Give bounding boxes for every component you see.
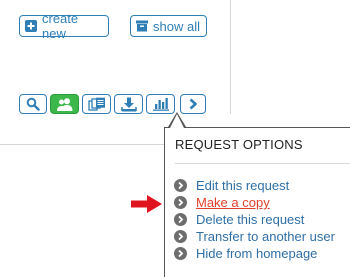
documents-icon [87, 97, 106, 111]
documents-tool-button[interactable] [82, 94, 111, 114]
menu-item-label: Hide from homepage [196, 246, 318, 261]
popover-title: REQUEST OPTIONS [175, 137, 303, 152]
menu-item-label: Make a copy [196, 195, 270, 210]
chevron-circle-icon [174, 230, 187, 243]
menu-item-hide-homepage[interactable]: Hide from homepage [174, 245, 335, 262]
users-tool-button[interactable] [50, 94, 79, 114]
chevron-right-icon [187, 98, 199, 110]
create-new-button[interactable]: create new [19, 11, 109, 41]
chart-tool-button[interactable] [146, 94, 175, 114]
menu-item-label: Transfer to another user [196, 229, 335, 244]
column-divider-vertical [230, 0, 231, 114]
chevron-circle-icon [174, 213, 187, 226]
popover-divider [175, 163, 350, 164]
more-options-button[interactable] [180, 94, 206, 114]
chevron-circle-icon [174, 247, 187, 260]
users-icon [56, 97, 74, 111]
menu-item-make-copy[interactable]: Make a copy [174, 194, 335, 211]
archive-icon [136, 20, 148, 32]
bar-chart-icon [152, 97, 170, 111]
menu-item-label: Delete this request [196, 212, 305, 227]
search-icon [26, 97, 40, 111]
show-all-label: show all [153, 18, 200, 34]
plus-icon [25, 20, 37, 32]
popover-pointer-fill [170, 114, 184, 128]
menu-item-edit-request[interactable]: Edit this request [174, 177, 335, 194]
request-options-popover: REQUEST OPTIONS Edit this request Make a… [164, 127, 350, 277]
menu-item-delete-request[interactable]: Delete this request [174, 211, 335, 228]
chevron-circle-icon [174, 179, 187, 192]
menu-item-transfer-user[interactable]: Transfer to another user [174, 228, 335, 245]
download-tool-button[interactable] [114, 94, 143, 114]
create-new-label: create new [42, 11, 79, 41]
request-options-menu: Edit this request Make a copy Delete thi… [174, 177, 335, 262]
chevron-circle-icon [174, 196, 187, 209]
search-tool-button[interactable] [19, 94, 47, 114]
show-all-button[interactable]: show all [130, 15, 207, 37]
download-icon [120, 97, 137, 112]
menu-item-label: Edit this request [196, 178, 290, 193]
red-arrow-icon [131, 195, 163, 218]
